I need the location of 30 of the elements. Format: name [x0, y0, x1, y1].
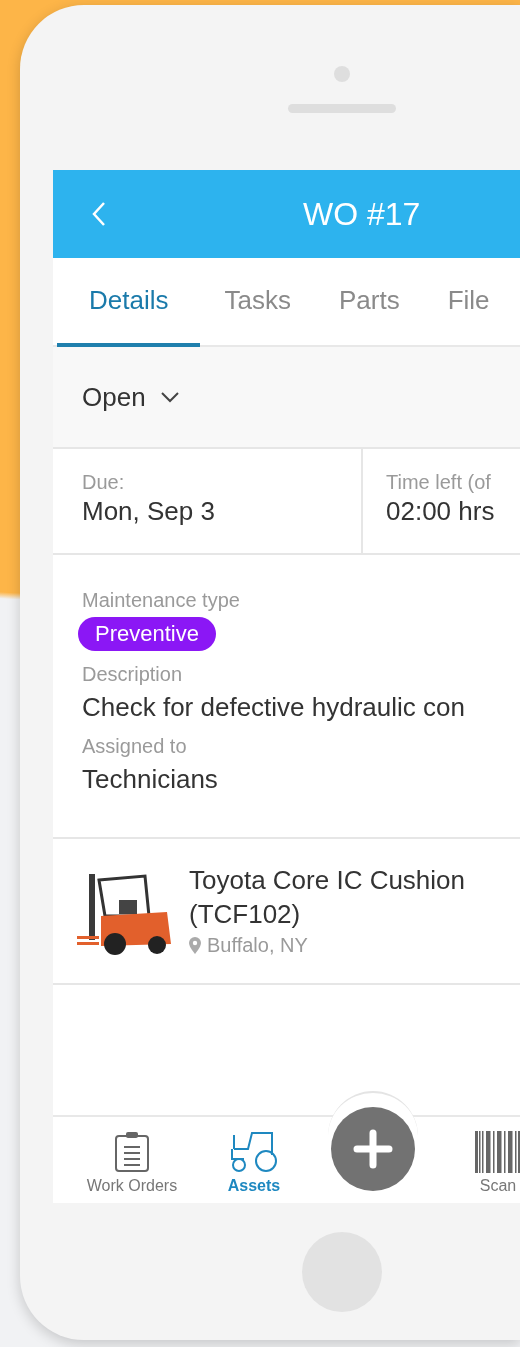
tab[interactable]: Tasks	[200, 258, 315, 347]
field-label: Time left (of	[386, 470, 492, 495]
field-value: Mon, Sep 3	[82, 495, 216, 527]
clipboard-icon	[114, 1131, 150, 1173]
nav-item[interactable]: Work Orders	[71, 1117, 193, 1203]
chevron-down-icon	[159, 391, 180, 403]
plus-icon	[353, 1129, 393, 1169]
field-value: 02:00 hrs	[386, 495, 496, 527]
asset-location: Buffalo, NY	[207, 933, 308, 958]
asset-name: Toyota Core IC Cushion	[189, 864, 466, 897]
tab[interactable]: File	[423, 258, 514, 347]
status-dropdown[interactable]: Open	[82, 381, 180, 413]
asset-code: (TCF102)	[189, 898, 302, 931]
add-button[interactable]	[331, 1107, 415, 1191]
field-label: Assigned to	[82, 734, 188, 759]
nav-item[interactable]: Assets	[193, 1117, 315, 1203]
field-label: Maintenance type	[82, 588, 241, 613]
screen-title: WO #17	[303, 195, 421, 233]
back-icon	[91, 201, 107, 227]
location-pin-icon	[189, 936, 201, 954]
back-button[interactable]	[91, 201, 107, 227]
tractor-icon	[230, 1131, 278, 1173]
tab[interactable]: Parts	[314, 258, 424, 347]
maintenance-tag: Preventive	[78, 617, 216, 651]
nav-item[interactable]: Scan	[431, 1117, 520, 1203]
barcode-icon	[475, 1131, 520, 1173]
field-label: Description	[82, 662, 184, 687]
field-label: Due:	[82, 470, 126, 495]
field-value: Check for defective hydraulic con	[82, 691, 466, 723]
field-value: Technicians	[82, 763, 219, 795]
